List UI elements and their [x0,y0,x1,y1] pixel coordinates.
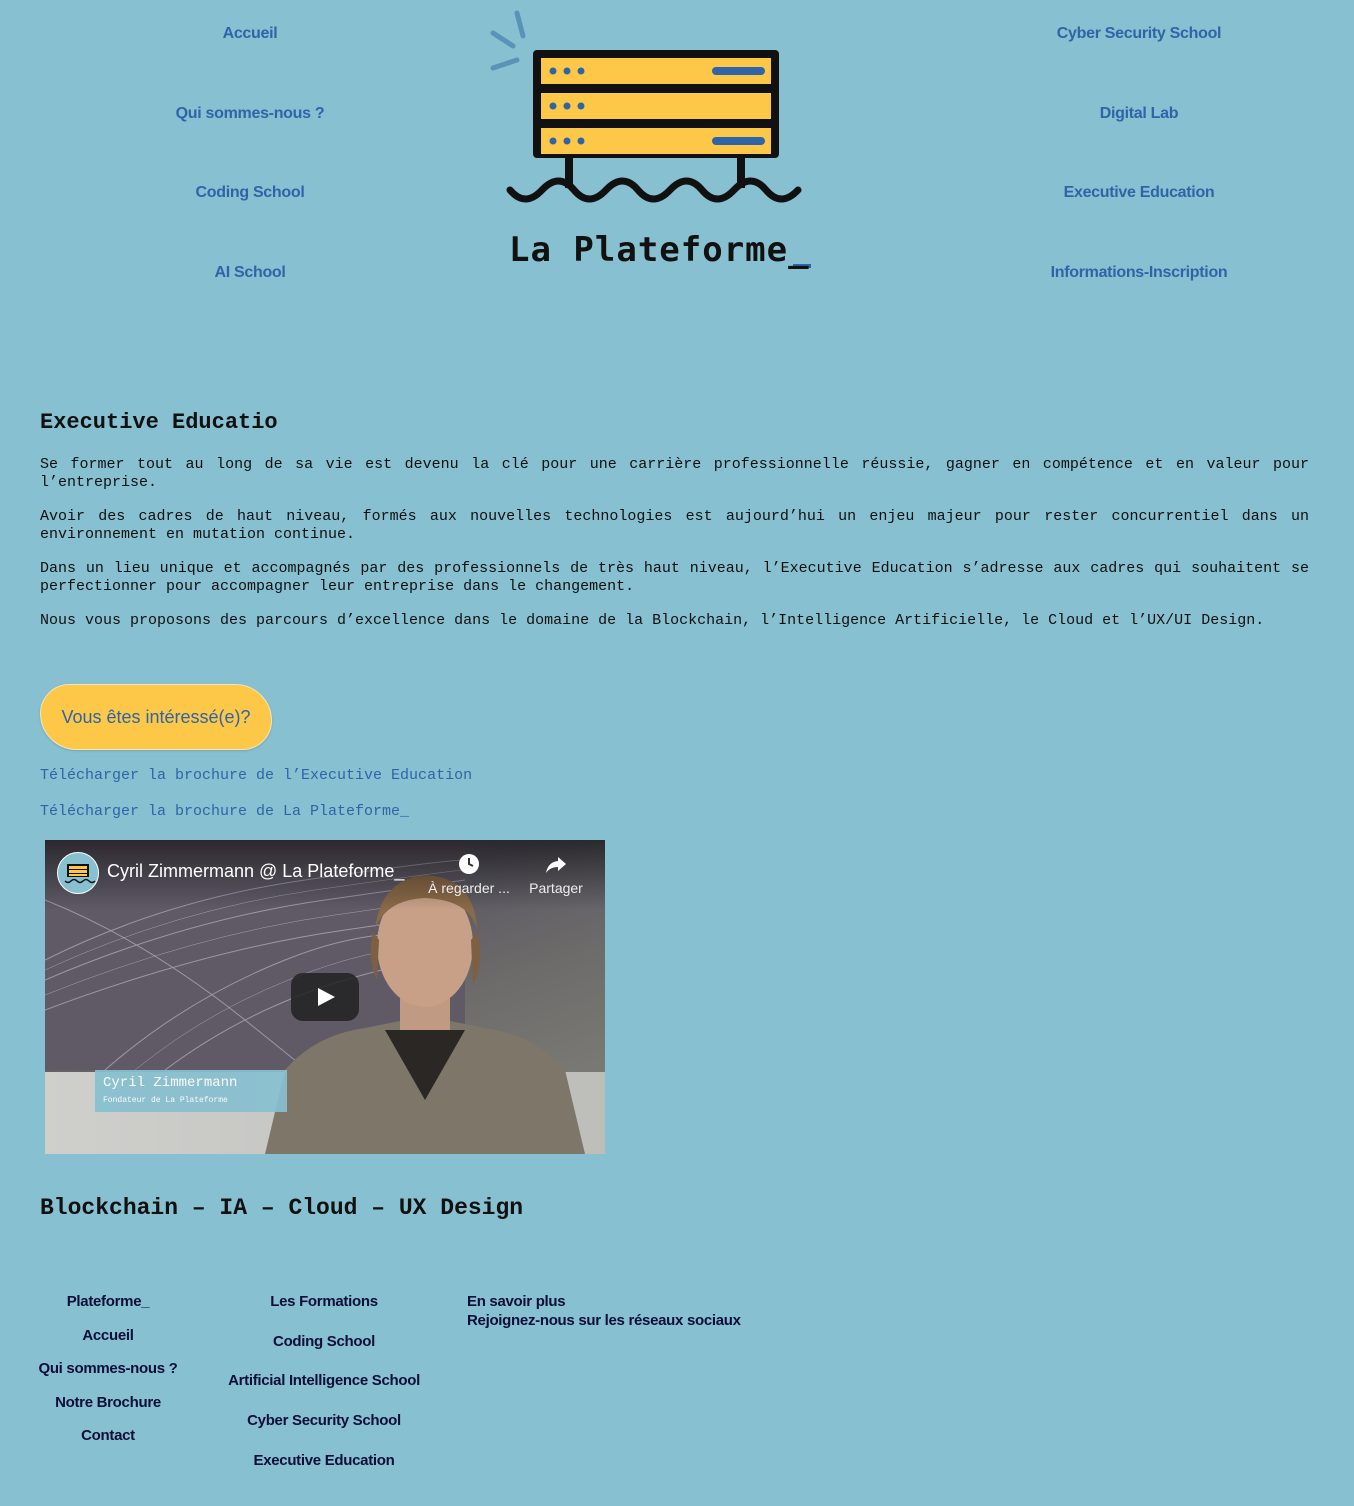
nav-link-accueil[interactable]: Accueil [100,25,400,43]
intro-paragraph: Dans un lieu unique et accompagnés par d… [40,560,1309,595]
channel-logo-icon [64,864,96,884]
footer-social-text: Rejoignez-nous sur les réseaux sociaux [467,1312,741,1329]
footer-heading-plateforme: Plateforme_ [66,1293,150,1310]
logo-text: La Plateforme_ [509,230,810,270]
video-player[interactable]: Cyril Zimmermann @ La Plateforme_ À rega… [45,840,605,1154]
footer-link-accueil[interactable]: Accueil [8,1327,208,1344]
site-logo[interactable]: La Plateforme_ [485,8,825,278]
intro-paragraph: Se former tout au long de sa vie est dev… [40,456,1309,491]
nav-link-cyber-security-school[interactable]: Cyber Security School [989,25,1289,43]
share-icon [511,852,601,876]
channel-avatar[interactable] [57,852,99,894]
page-title: Executive Educatio [40,410,278,435]
lower-third-role: Fondateur de La Plateforme [103,1096,228,1105]
footer-link-cyber-security-school[interactable]: Cyber Security School [214,1412,434,1429]
topics-heading: Blockchain – IA – Cloud – UX Design [40,1195,524,1221]
nav-link-qui-sommes-nous[interactable]: Qui sommes-nous ? [100,105,400,123]
intro-paragraph: Avoir des cadres de haut niveau, formés … [40,508,1309,543]
footer-link-contact[interactable]: Contact [8,1427,208,1444]
footer-heading-formations: Les Formations [270,1293,378,1310]
intro-text: Se former tout au long de sa vie est dev… [40,456,1309,646]
footer-heading-en-savoir-plus: En savoir plus [467,1293,566,1310]
nav-link-coding-school[interactable]: Coding School [100,184,400,202]
footer-link-qui-sommes-nous[interactable]: Qui sommes-nous ? [8,1360,208,1377]
footer-link-notre-brochure[interactable]: Notre Brochure [8,1394,208,1411]
interested-button[interactable]: Vous êtes intéressé(e)? [40,684,272,750]
watch-later-label: À regarder ... [428,880,510,896]
download-brochure-plateforme-link[interactable]: Télécharger la brochure de La Plateforme… [40,803,409,820]
nav-link-executive-education[interactable]: Executive Education [989,184,1289,202]
clock-icon [424,852,514,876]
nav-link-ai-school[interactable]: AI School [100,264,400,282]
watch-later-button[interactable]: À regarder ... [424,852,514,896]
footer-link-ai-school[interactable]: Artificial Intelligence School [214,1372,434,1389]
video-title[interactable]: Cyril Zimmermann @ La Plateforme_ [107,861,404,882]
nav-link-informations-inscription[interactable]: Informations-Inscription [989,264,1289,282]
intro-paragraph: Nous vous proposons des parcours d’excel… [40,612,1265,629]
play-button[interactable] [291,973,359,1021]
video-lower-third: Cyril Zimmermann Fondateur de La Platefo… [95,1070,287,1112]
footer-link-coding-school[interactable]: Coding School [214,1333,434,1350]
share-label: Partager [529,880,583,896]
nav-link-digital-lab[interactable]: Digital Lab [989,105,1289,123]
footer-link-executive-education[interactable]: Executive Education [214,1452,434,1469]
download-brochure-executive-link[interactable]: Télécharger la brochure de l’Executive E… [40,767,472,784]
lower-third-name: Cyril Zimmermann [103,1075,238,1091]
share-button[interactable]: Partager [511,852,601,896]
